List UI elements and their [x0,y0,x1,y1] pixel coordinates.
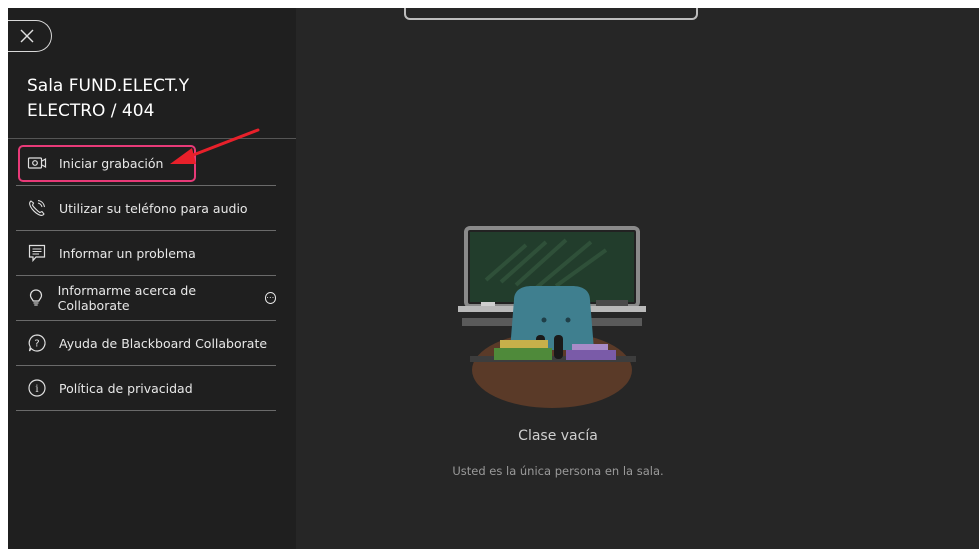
menu-item-phone-audio[interactable]: Utilizar su teléfono para audio [16,186,276,231]
menu-item-label: Política de privacidad [59,380,193,396]
empty-classroom-illustration [458,226,646,408]
menu-item-label: Informar un problema [59,245,196,261]
menu-item-report-problem[interactable]: Informar un problema [16,231,276,276]
record-camera-icon [26,152,48,174]
svg-text:?: ? [34,339,39,350]
title-divider [8,138,296,139]
close-icon [20,29,33,43]
info-icon: i [26,377,48,399]
top-toolbar-tab[interactable] [404,8,698,20]
menu-item-help[interactable]: ? Ayuda de Blackboard Collaborate [16,321,276,366]
menu-item-label: Ayuda de Blackboard Collaborate [59,335,268,351]
close-menu-button[interactable] [8,20,52,52]
phone-icon [26,197,48,219]
svg-text:i: i [35,384,38,395]
collaborate-window: Sala FUND.ELECT.Y ELECTRO / 404 Iniciar … [8,8,979,549]
menu-item-label: Iniciar grabación [59,155,164,171]
room-title: Sala FUND.ELECT.Y ELECTRO / 404 [27,76,190,121]
report-icon [26,242,48,264]
menu-item-label: Utilizar su teléfono para audio [59,200,248,216]
menu-item-privacy[interactable]: i Política de privacidad [16,366,276,411]
session-menu-sidebar: Sala FUND.ELECT.Y ELECTRO / 404 Iniciar … [8,8,296,549]
empty-state-title: Clase vacía [518,428,598,444]
help-icon: ? [26,332,48,354]
menu-item-label: Informarme acerca de Collaborate [57,283,197,313]
menu-item-start-recording[interactable]: Iniciar grabación [16,141,276,186]
session-menu: Iniciar grabación Utilizar su teléfono p… [16,141,276,411]
lightbulb-icon [26,287,47,309]
menu-item-learn-collaborate[interactable]: Informarme acerca de Collaborate ⋯ [16,276,276,321]
empty-state-subtitle: Usted es la única persona en la sala. [452,464,664,478]
more-options-icon[interactable]: ⋯ [264,292,276,304]
